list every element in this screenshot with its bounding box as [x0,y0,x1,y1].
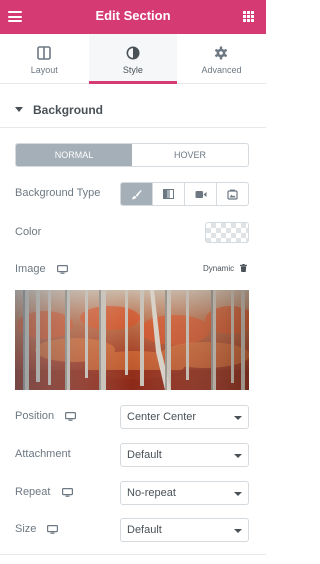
repeat-label: Repeat [15,486,51,498]
repeat-value: No-repeat [127,487,176,499]
attachment-label: Attachment [15,448,71,460]
style-icon [126,46,140,60]
background-type-choices [120,182,249,206]
size-label: Size [15,523,37,535]
color-picker[interactable] [205,222,249,243]
tab-style-label: Style [122,65,143,75]
chevron-down-icon [234,454,242,458]
video-option[interactable] [184,183,216,205]
image-label: Image [15,263,46,275]
desktop-icon[interactable] [56,264,68,274]
classic-brush-icon [132,189,142,199]
background-image-preview[interactable] [15,290,249,390]
hover-state-tab[interactable]: HOVER [132,144,248,166]
tab-advanced-label: Advanced [201,65,242,75]
gear-icon [215,46,228,60]
layout-icon [37,46,52,60]
tab-style[interactable]: Style [88,34,178,84]
desktop-icon[interactable] [61,487,73,497]
position-label-row: Position [15,410,77,422]
state-switch: NORMAL HOVER [15,143,249,167]
chevron-down-icon [234,529,242,533]
position-label: Position [15,410,55,422]
size-label-row: Size [15,523,59,535]
slideshow-option[interactable] [216,183,248,205]
autumn-forest-image [15,290,249,390]
slideshow-icon [227,189,238,200]
desktop-icon[interactable] [47,524,59,534]
divider [0,554,266,555]
attachment-value: Default [127,449,162,461]
image-label-row: Image [15,263,68,275]
repeat-select[interactable]: No-repeat [120,481,249,505]
dynamic-tags-button[interactable]: Dynamic [203,264,234,273]
panel-tabs: Layout Style Advanced [0,34,266,84]
video-icon [195,190,206,198]
position-select[interactable]: Center Center [120,405,249,429]
section-title: Background [33,103,104,117]
background-section-toggle[interactable]: Background [0,92,266,128]
background-type-label: Background Type [15,187,101,199]
attachment-select[interactable]: Default [120,443,249,467]
caret-down-icon [15,107,23,112]
panel-header: Edit Section [0,0,266,34]
tab-advanced[interactable]: Advanced [177,34,266,84]
widgets-grid-icon[interactable] [243,11,254,22]
desktop-icon[interactable] [65,411,77,421]
position-value: Center Center [127,411,197,423]
chevron-down-icon [234,492,242,496]
chevron-down-icon [234,416,242,420]
size-value: Default [127,524,162,536]
panel-title: Edit Section [95,8,171,23]
tab-layout-label: Layout [30,65,58,75]
repeat-label-row: Repeat [15,486,73,498]
classic-option[interactable] [121,183,152,205]
gradient-icon [163,189,174,199]
color-label: Color [15,226,42,238]
size-select[interactable]: Default [120,518,249,542]
normal-state-tab[interactable]: NORMAL [16,144,132,166]
trash-icon[interactable] [240,264,247,272]
gradient-option[interactable] [152,183,184,205]
tab-layout[interactable]: Layout [0,34,89,84]
